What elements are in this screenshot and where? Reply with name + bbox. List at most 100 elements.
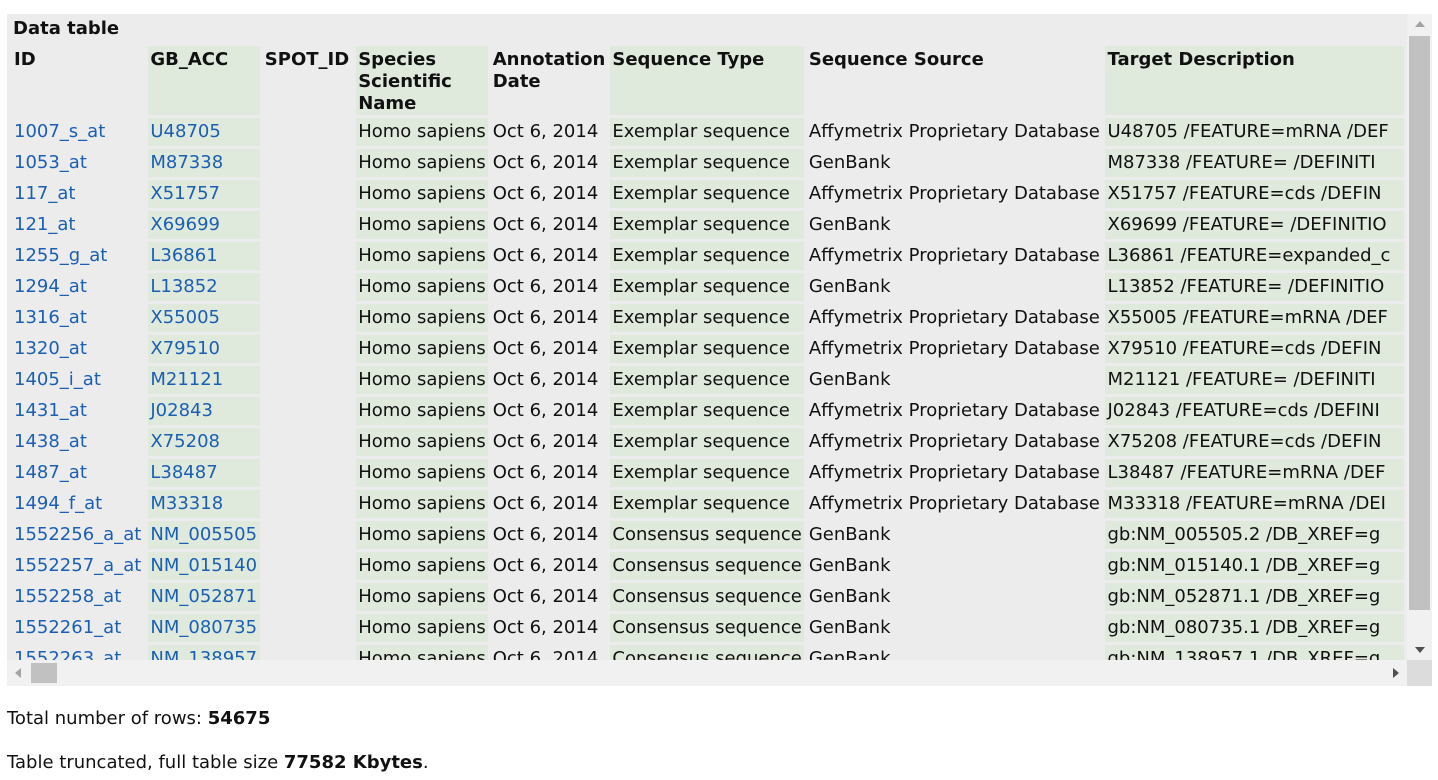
probe-id-link[interactable]: 1294_at: [14, 276, 87, 297]
gb-acc-link[interactable]: U48705: [150, 121, 220, 142]
probe-id-link[interactable]: 1552263_at: [14, 648, 121, 660]
probe-id-link[interactable]: 117_at: [14, 183, 75, 204]
cell-species: Homo sapiens: [356, 583, 488, 611]
gb-acc-link[interactable]: X69699: [150, 214, 220, 235]
cell-species: Homo sapiens: [356, 490, 488, 518]
vertical-scrollbar[interactable]: [1407, 14, 1432, 660]
cell-id: 1438_at: [12, 428, 146, 456]
gb-acc-link[interactable]: L13852: [150, 276, 217, 297]
probe-id-link[interactable]: 1431_at: [14, 400, 87, 421]
gb-acc-link[interactable]: M21121: [150, 369, 223, 390]
cell-target-description: X75208 /FEATURE=cds /DEFIN: [1105, 428, 1404, 456]
probe-id-link[interactable]: 1487_at: [14, 462, 87, 483]
cell-sequence-source: Affymetrix Proprietary Database: [806, 428, 1103, 456]
header-row: ID GB_ACC SPOT_ID Species Scientific Nam…: [12, 46, 1404, 115]
table-row: 1487_at L38487 Homo sapiens Oct 6, 2014 Exem…: [12, 459, 1404, 487]
cell-id: 1552261_at: [12, 614, 146, 642]
table-caption: Data table: [13, 18, 120, 39]
gb-acc-link[interactable]: X79510: [150, 338, 220, 359]
probe-id-link[interactable]: 1405_i_at: [14, 369, 101, 390]
scroll-up-arrow-icon[interactable]: [1415, 21, 1425, 27]
probe-id-link[interactable]: 1552261_at: [14, 617, 121, 638]
cell-spot-id: [262, 304, 354, 332]
table-row: 121_at X69699 Homo sapiens Oct 6, 2014 Exemp…: [12, 211, 1404, 239]
cell-annotation-date: Oct 6, 2014: [490, 490, 608, 518]
gb-acc-link[interactable]: X75208: [150, 431, 220, 452]
probe-id-link[interactable]: 1320_at: [14, 338, 87, 359]
gb-acc-link[interactable]: J02843: [150, 400, 213, 421]
table-row: 1552256_a_at NM_005505 Homo sapiens Oct 6, …: [12, 521, 1404, 549]
probe-id-link[interactable]: 121_at: [14, 214, 75, 235]
cell-spot-id: [262, 118, 354, 146]
gb-acc-link[interactable]: X55005: [150, 307, 220, 328]
cell-annotation-date: Oct 6, 2014: [490, 242, 608, 270]
total-rows-line: Total number of rows: 54675: [7, 708, 270, 730]
gb-acc-link[interactable]: M87338: [150, 152, 223, 173]
cell-spot-id: [262, 490, 354, 518]
cell-species: Homo sapiens: [356, 521, 488, 549]
scroll-right-arrow-icon[interactable]: [1393, 668, 1399, 678]
cell-gb-acc: L36861: [148, 242, 260, 270]
table-row: 117_at X51757 Homo sapiens Oct 6, 2014 Exemp…: [12, 180, 1404, 208]
cell-id: 1552257_a_at: [12, 552, 146, 580]
scroll-down-arrow-icon[interactable]: [1415, 647, 1425, 653]
data-table-viewport[interactable]: Data table ID GB_ACC SPOT_ID Species Sci…: [7, 14, 1432, 686]
probe-id-link[interactable]: 1494_f_at: [14, 493, 102, 514]
gb-acc-link[interactable]: L38487: [150, 462, 217, 483]
table-row: 1552257_a_at NM_015140 Homo sapiens Oct 6, …: [12, 552, 1404, 580]
probe-id-link[interactable]: 1552256_a_at: [14, 524, 141, 545]
gb-acc-link[interactable]: NM_080735: [150, 617, 257, 638]
data-table: ID GB_ACC SPOT_ID Species Scientific Nam…: [9, 43, 1407, 660]
table-row: 1007_s_at U48705 Homo sapiens Oct 6, 2014 Ex…: [12, 118, 1404, 146]
gb-acc-link[interactable]: M33318: [150, 493, 223, 514]
vertical-scroll-thumb[interactable]: [1409, 36, 1430, 610]
probe-id-link[interactable]: 1552258_at: [14, 586, 121, 607]
cell-target-description: X51757 /FEATURE=cds /DEFIN: [1105, 180, 1404, 208]
gb-acc-link[interactable]: NM_015140: [150, 555, 257, 576]
cell-sequence-type: Consensus sequence: [610, 521, 804, 549]
table-row: 1053_at M87338 Homo sapiens Oct 6, 2014 Exem…: [12, 149, 1404, 177]
probe-id-link[interactable]: 1255_g_at: [14, 245, 107, 266]
cell-gb-acc: NM_138957: [148, 645, 260, 660]
cell-spot-id: [262, 459, 354, 487]
cell-sequence-source: Affymetrix Proprietary Database: [806, 118, 1103, 146]
gb-acc-link[interactable]: X51757: [150, 183, 220, 204]
cell-annotation-date: Oct 6, 2014: [490, 304, 608, 332]
cell-sequence-source: GenBank: [806, 366, 1103, 394]
data-table-scroll-area[interactable]: Data table ID GB_ACC SPOT_ID Species Sci…: [7, 14, 1407, 660]
cell-sequence-source: GenBank: [806, 645, 1103, 660]
cell-annotation-date: Oct 6, 2014: [490, 428, 608, 456]
probe-id-link[interactable]: 1007_s_at: [14, 121, 105, 142]
cell-target-description: U48705 /FEATURE=mRNA /DEF: [1105, 118, 1404, 146]
probe-id-link[interactable]: 1552257_a_at: [14, 555, 141, 576]
cell-sequence-type: Exemplar sequence: [610, 335, 804, 363]
total-rows-value: 54675: [207, 708, 271, 729]
cell-annotation-date: Oct 6, 2014: [490, 614, 608, 642]
cell-gb-acc: NM_052871: [148, 583, 260, 611]
cell-species: Homo sapiens: [356, 273, 488, 301]
column-header-sequence-type: Sequence Type: [610, 46, 804, 115]
column-header-annotation-date: Annotation Date: [490, 46, 608, 115]
gb-acc-link[interactable]: NM_138957: [150, 648, 257, 660]
cell-annotation-date: Oct 6, 2014: [490, 211, 608, 239]
cell-species: Homo sapiens: [356, 118, 488, 146]
cell-sequence-source: GenBank: [806, 583, 1103, 611]
column-header-id: ID: [12, 46, 146, 115]
cell-spot-id: [262, 211, 354, 239]
cell-target-description: J02843 /FEATURE=cds /DEFINI: [1105, 397, 1404, 425]
probe-id-link[interactable]: 1316_at: [14, 307, 87, 328]
gb-acc-link[interactable]: L36861: [150, 245, 217, 266]
probe-id-link[interactable]: 1438_at: [14, 431, 87, 452]
cell-target-description: gb:NM_138957.1 /DB_XREF=g: [1105, 645, 1404, 660]
probe-id-link[interactable]: 1053_at: [14, 152, 87, 173]
gb-acc-link[interactable]: NM_052871: [150, 586, 257, 607]
scroll-left-arrow-icon[interactable]: [15, 668, 21, 678]
table-row: 1431_at J02843 Homo sapiens Oct 6, 2014 Exem…: [12, 397, 1404, 425]
cell-species: Homo sapiens: [356, 335, 488, 363]
gb-acc-link[interactable]: NM_005505: [150, 524, 257, 545]
table-body: 1007_s_at U48705 Homo sapiens Oct 6, 2014 Ex…: [12, 118, 1404, 660]
column-header-target-description: Target Description: [1105, 46, 1404, 115]
table-truncated-suffix: .: [422, 752, 429, 773]
horizontal-scroll-thumb[interactable]: [31, 663, 57, 683]
horizontal-scrollbar[interactable]: [7, 660, 1407, 686]
